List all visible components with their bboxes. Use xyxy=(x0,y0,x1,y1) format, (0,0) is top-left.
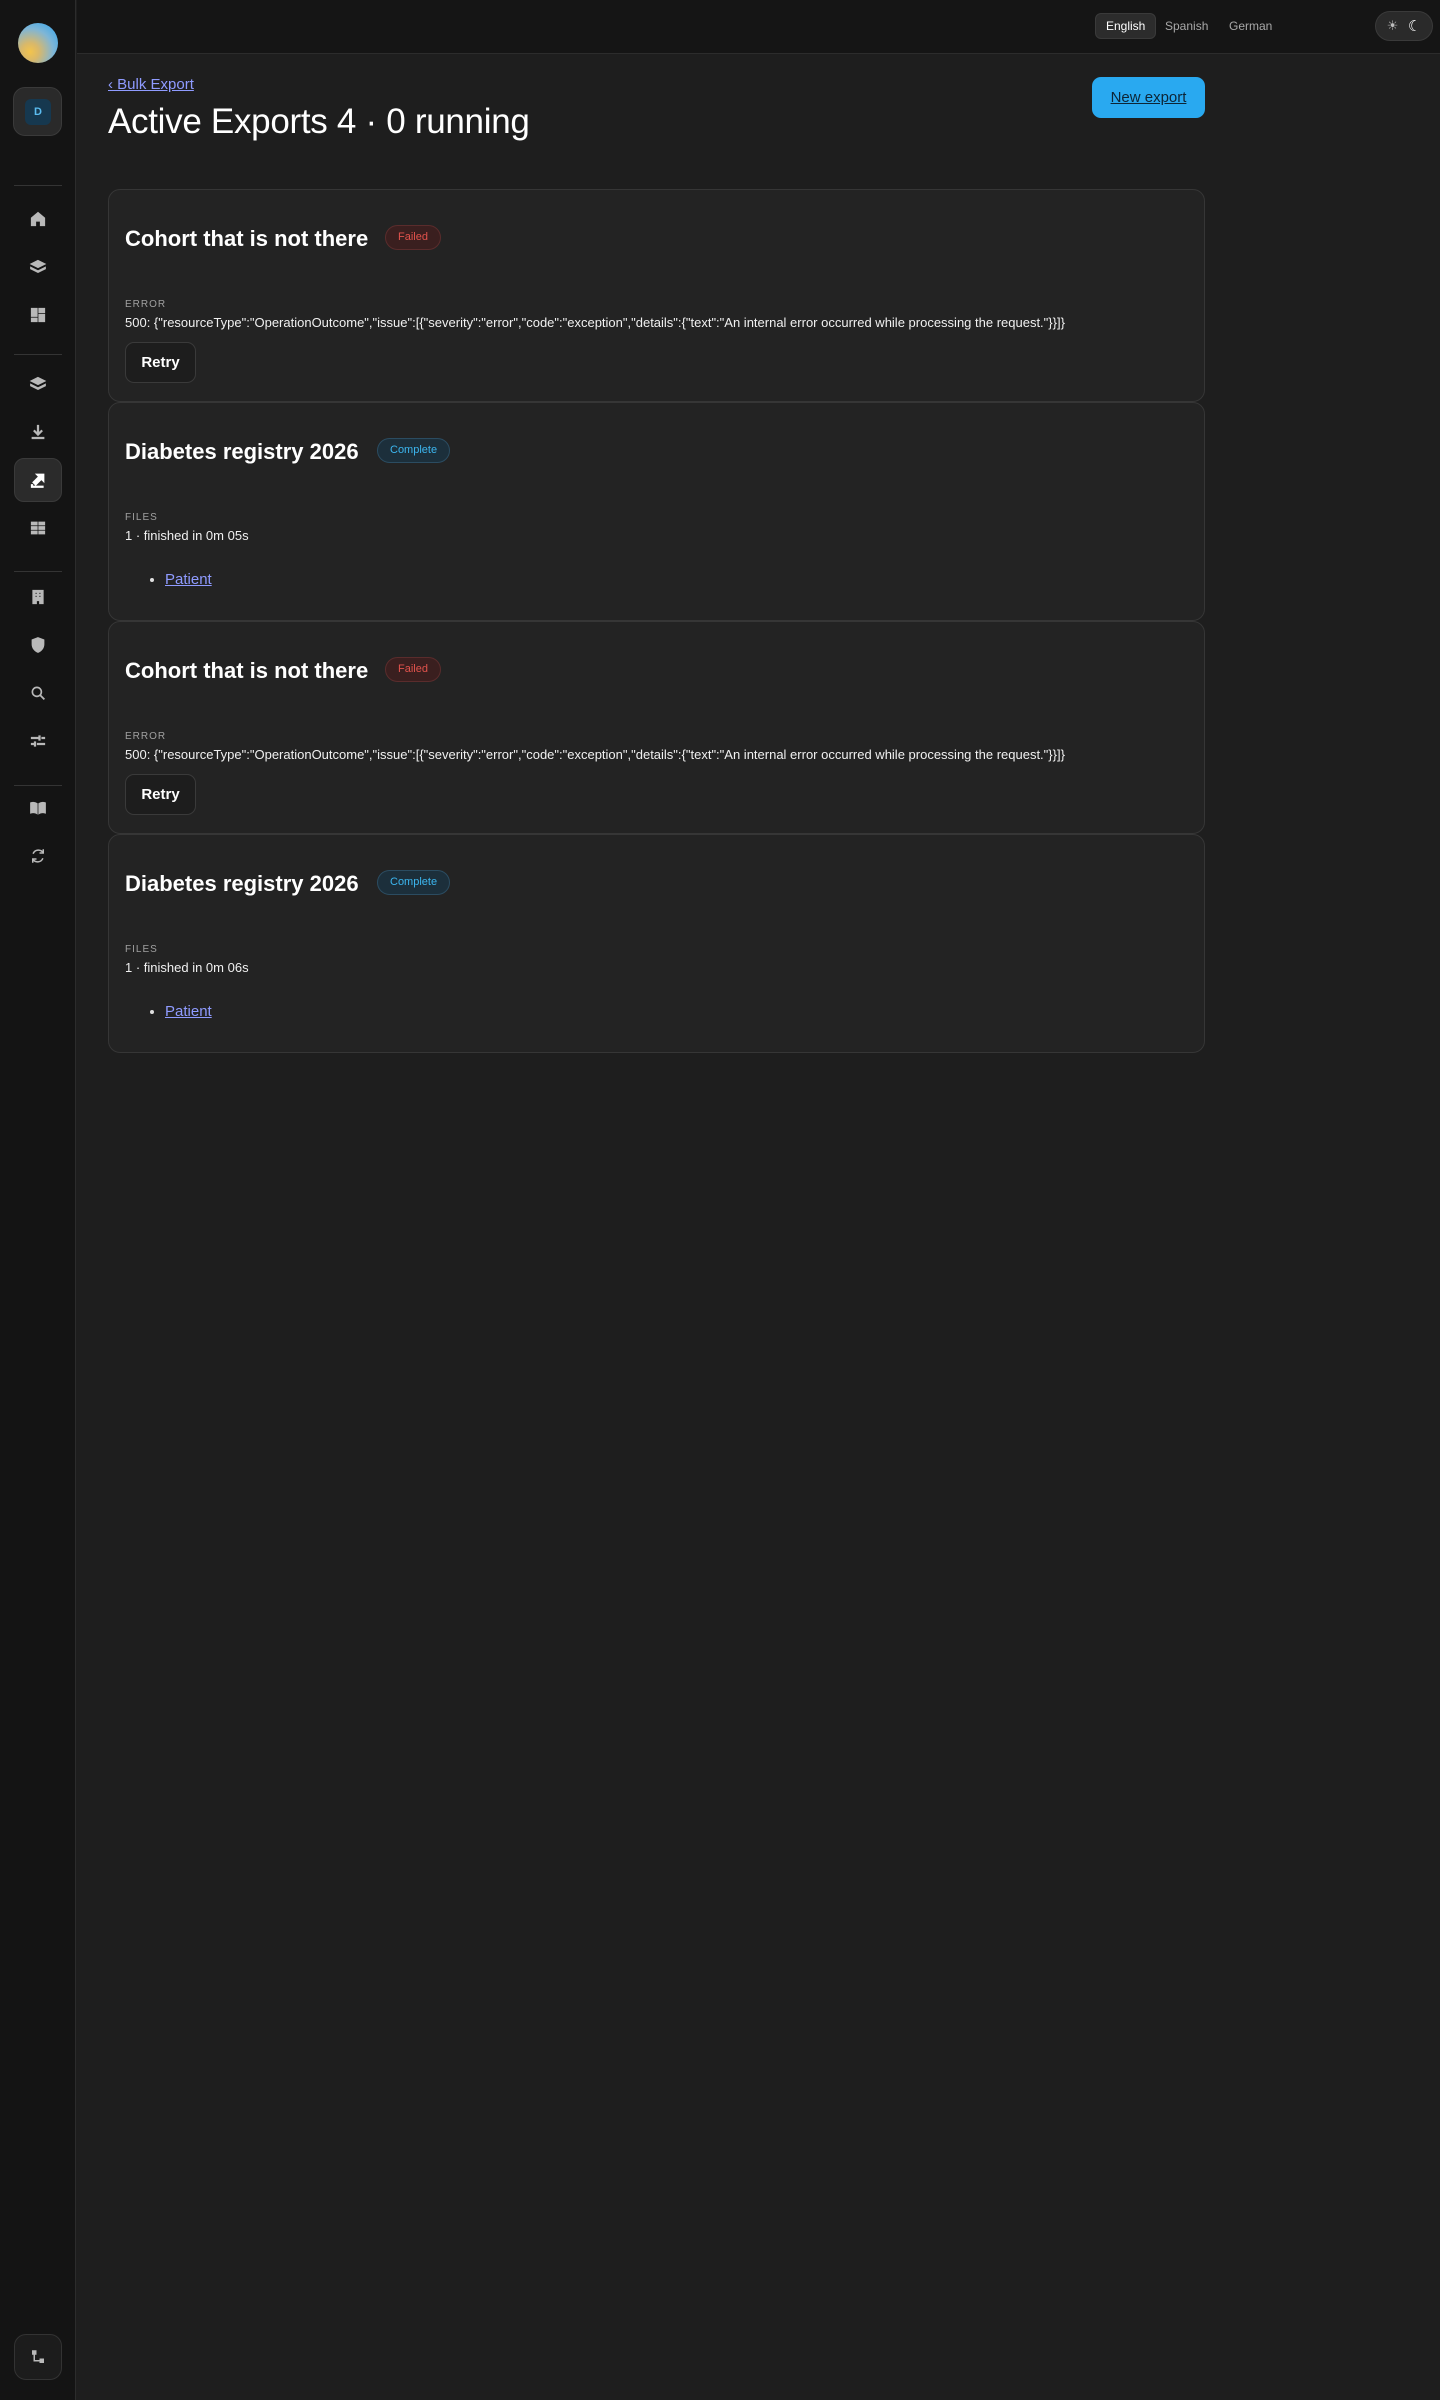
files-label: FILES xyxy=(125,512,158,523)
sun-icon[interactable]: ☀ xyxy=(1387,18,1399,34)
sidebar-item-workflow[interactable] xyxy=(14,2334,62,2380)
moon-icon[interactable]: ☾ xyxy=(1408,17,1421,35)
dashboard-icon xyxy=(30,307,46,323)
sidebar-item-dashboard[interactable] xyxy=(14,293,62,337)
error-message: 500: {"resourceType":"OperationOutcome",… xyxy=(125,747,1065,762)
file-list: Patient xyxy=(165,1003,212,1020)
refresh-icon xyxy=(32,849,44,863)
sidebar-item-import[interactable] xyxy=(14,410,62,454)
status-badge-failed: Failed xyxy=(385,225,441,250)
error-message: 500: {"resourceType":"OperationOutcome",… xyxy=(125,315,1065,330)
layers-icon xyxy=(29,259,47,274)
sidebar-item-docs[interactable] xyxy=(14,786,62,830)
sidebar: D xyxy=(0,0,76,2400)
sidebar-item-bulk-export[interactable] xyxy=(14,458,62,502)
export-title: Cohort that is not there xyxy=(125,658,369,683)
files-label: FILES xyxy=(125,944,158,955)
topbar: English Spanish German ☀ ☾ K xyxy=(77,0,1440,54)
retry-button[interactable]: Retry xyxy=(125,774,196,815)
export-title: Diabetes registry 2026 xyxy=(125,871,359,896)
page-title: Active Exports 4 · 0 running xyxy=(108,102,530,141)
theme-toggle[interactable]: ☀ ☾ xyxy=(1375,11,1433,41)
status-badge-failed: Failed xyxy=(385,657,441,682)
language-english[interactable]: English xyxy=(1095,13,1157,39)
sidebar-item-layers[interactable] xyxy=(14,245,62,289)
language-spanish[interactable]: Spanish xyxy=(1155,13,1218,39)
file-list: Patient xyxy=(165,571,212,588)
error-label: ERROR xyxy=(125,299,167,310)
sidebar-item-search[interactable] xyxy=(14,671,62,715)
grid-icon xyxy=(30,521,46,535)
list-item: Patient xyxy=(165,1003,212,1020)
workspace-switcher[interactable]: D xyxy=(13,87,62,136)
error-label: ERROR xyxy=(125,731,167,742)
sidebar-item-settings[interactable] xyxy=(14,719,62,763)
export-card: Cohort that is not there Failed ERROR 50… xyxy=(108,621,1205,834)
export-card: Diabetes registry 2026 Complete FILES 1 … xyxy=(108,402,1205,621)
sidebar-item-organization[interactable] xyxy=(14,575,62,619)
export-card: Cohort that is not there Failed ERROR 50… xyxy=(108,189,1205,402)
sliders-icon xyxy=(30,735,46,747)
sidebar-item-sync[interactable] xyxy=(14,834,62,878)
sidebar-divider xyxy=(14,571,62,572)
retry-button[interactable]: Retry xyxy=(125,342,196,383)
export-title: Cohort that is not there xyxy=(125,226,369,251)
file-link-patient[interactable]: Patient xyxy=(165,571,212,588)
export-title: Diabetes registry 2026 xyxy=(125,439,359,464)
workspace-initial: D xyxy=(25,99,51,125)
sidebar-item-stack[interactable] xyxy=(14,362,62,406)
book-icon xyxy=(30,801,46,815)
workflow-icon xyxy=(32,2350,44,2363)
stack-icon xyxy=(29,376,47,391)
sidebar-item-home[interactable] xyxy=(14,197,62,241)
export-card: Diabetes registry 2026 Complete FILES 1 … xyxy=(108,834,1205,1053)
sidebar-item-tables[interactable] xyxy=(14,506,62,550)
files-summary: 1 · finished in 0m 05s xyxy=(125,528,249,543)
building-icon xyxy=(32,589,44,605)
file-link-patient[interactable]: Patient xyxy=(165,1003,212,1020)
app-root: D English Spanish German ☀ ☾ ‹ Bulk Expo… xyxy=(0,0,1440,2400)
status-badge-complete: Complete xyxy=(377,438,451,463)
sidebar-divider xyxy=(14,185,62,186)
list-item: Patient xyxy=(165,571,212,588)
status-badge-complete: Complete xyxy=(377,870,451,895)
shield-icon xyxy=(31,637,45,653)
home-icon xyxy=(30,211,46,227)
language-german[interactable]: German xyxy=(1219,13,1282,39)
app-logo[interactable] xyxy=(18,23,58,63)
new-export-button[interactable]: New export xyxy=(1092,77,1205,118)
search-icon xyxy=(31,686,46,701)
back-to-bulk-export-link[interactable]: ‹ Bulk Export xyxy=(108,76,194,93)
download-icon xyxy=(31,424,45,440)
sidebar-item-security[interactable] xyxy=(14,623,62,667)
files-summary: 1 · finished in 0m 06s xyxy=(125,960,249,975)
sidebar-divider xyxy=(14,354,62,355)
export-arrow-icon xyxy=(30,473,45,488)
